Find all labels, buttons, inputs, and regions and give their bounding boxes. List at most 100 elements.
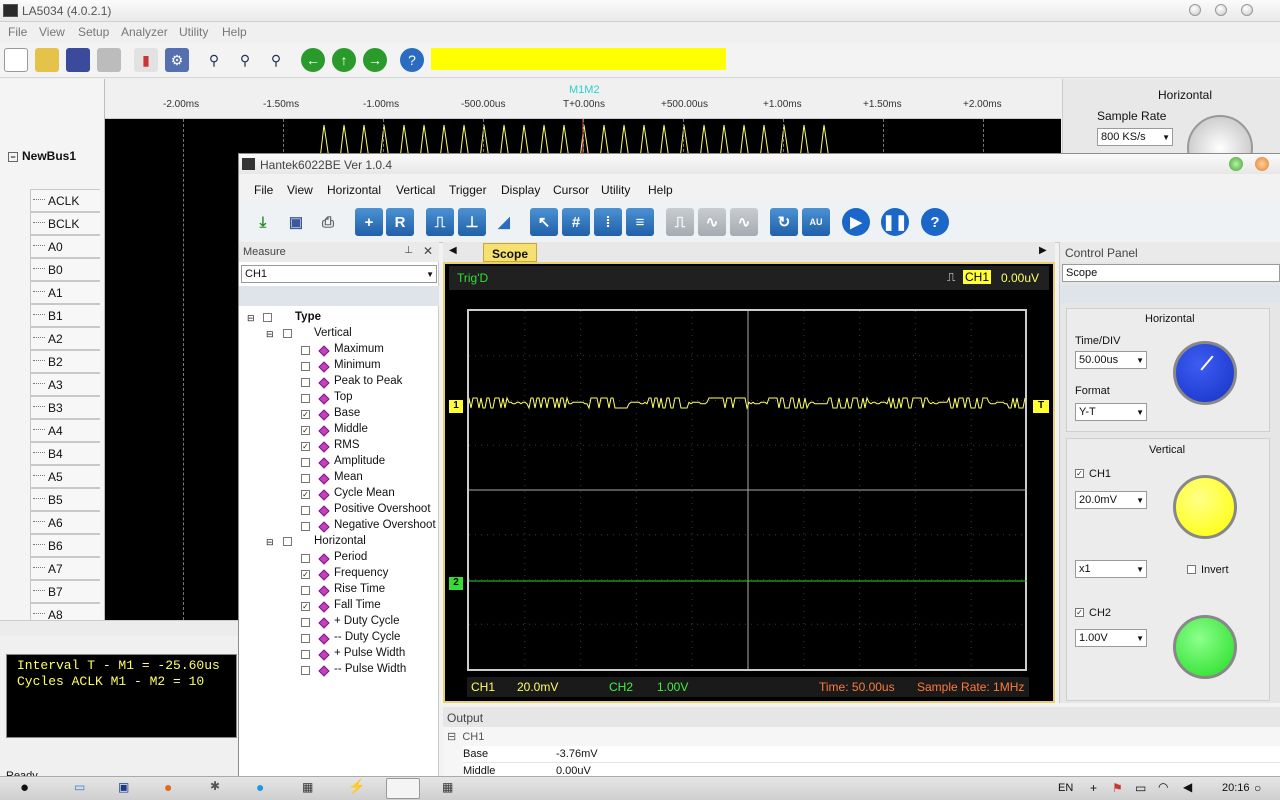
measure-item-label[interactable]: + Pulse Width <box>334 647 405 659</box>
rising-edge-icon[interactable]: ⎍ <box>426 208 454 236</box>
measure-item-label[interactable]: Positive Overshoot <box>334 503 431 515</box>
sample-rate-select[interactable]: 800 KS/s ▼ <box>1097 128 1173 146</box>
measure-item-label[interactable]: + Duty Cycle <box>334 615 400 627</box>
signal-row[interactable]: B3 <box>30 396 100 419</box>
signal-row[interactable]: B4 <box>30 442 100 465</box>
tools-icon[interactable]: ✱ <box>210 779 220 793</box>
tree-root[interactable]: Type <box>295 311 321 323</box>
measure-item-label[interactable]: Period <box>334 551 367 563</box>
measure-checkbox[interactable] <box>301 362 310 371</box>
signal-row[interactable]: B1 <box>30 304 100 327</box>
measure-item-label[interactable]: Top <box>334 391 353 403</box>
signal-row[interactable]: B6 <box>30 534 100 557</box>
hk-menu-trigger[interactable]: Trigger <box>449 183 487 197</box>
signal-row[interactable]: A6 <box>30 511 100 534</box>
measure-checkbox[interactable] <box>301 458 310 467</box>
measure-item-label[interactable]: Mean <box>334 471 363 483</box>
measure-checkbox[interactable] <box>301 554 310 563</box>
horizontal-cursor-icon[interactable]: ≡ <box>626 208 654 236</box>
measure-item-label[interactable]: Minimum <box>334 359 381 371</box>
ch1-volts-knob[interactable] <box>1173 475 1237 539</box>
ch2-level-marker[interactable]: 2 <box>449 577 463 590</box>
tab-scroll-right-icon[interactable]: ▶ <box>1039 245 1047 256</box>
tree-horizontal[interactable]: Horizontal <box>314 535 366 547</box>
collapse-icon[interactable]: ⊟ <box>447 731 456 743</box>
measure-checkbox[interactable]: ✓ <box>301 570 310 579</box>
menu-analyzer[interactable]: Analyzer <box>121 25 168 39</box>
measure-checkbox[interactable]: ✓ <box>301 490 310 499</box>
help-icon[interactable]: ? <box>921 208 949 236</box>
hk-menu-display[interactable]: Display <box>501 183 540 197</box>
tree-root-checkbox[interactable] <box>263 313 272 322</box>
measure-item-label[interactable]: Fall Time <box>334 599 381 611</box>
measure-item-label[interactable]: Cycle Mean <box>334 487 395 499</box>
hk-menu-help[interactable]: Help <box>648 183 673 197</box>
zoom-out-icon[interactable]: ⚲ <box>233 48 257 72</box>
measure-checkbox[interactable] <box>301 506 310 515</box>
vertical-group-checkbox[interactable] <box>283 329 292 338</box>
plus-icon[interactable]: + <box>1090 781 1097 795</box>
refresh-icon[interactable]: ↻ <box>770 208 798 236</box>
minimize-button[interactable] <box>1189 4 1201 16</box>
signal-row[interactable]: A0 <box>30 235 100 258</box>
measure-checkbox[interactable] <box>301 650 310 659</box>
measure-checkbox[interactable] <box>301 522 310 531</box>
cursor-markers[interactable]: M1M2 <box>569 84 600 96</box>
signal-row[interactable]: BCLK <box>30 212 100 235</box>
hantek-close-button[interactable] <box>1255 157 1269 171</box>
ch1-probe-select[interactable]: x1 ▼ <box>1075 560 1147 578</box>
hk-menu-horizontal[interactable]: Horizontal <box>327 183 381 197</box>
ch1-level-marker[interactable]: 1 <box>449 400 463 413</box>
skype-icon[interactable]: ● <box>256 779 264 795</box>
measure-checkbox[interactable]: ✓ <box>301 410 310 419</box>
trigger-level-marker[interactable]: T <box>1033 400 1049 413</box>
output-group[interactable]: ⊟ CH1 <box>447 730 484 743</box>
vertical-cursor-icon[interactable]: ⁞ <box>594 208 622 236</box>
ch1-volts-select[interactable]: 20.0mV ▼ <box>1075 491 1147 509</box>
settings-gear-icon[interactable]: ⚙ <box>165 48 189 72</box>
timediv-knob[interactable] <box>1173 341 1237 405</box>
measure-item-label[interactable]: RMS <box>334 439 360 451</box>
print-icon[interactable]: ⎙ <box>314 208 342 236</box>
signal-row[interactable]: A5 <box>30 465 100 488</box>
measure-checkbox[interactable] <box>301 394 310 403</box>
signal-row[interactable]: A4 <box>30 419 100 442</box>
signal-row[interactable]: B7 <box>30 580 100 603</box>
measure-item-label[interactable]: Middle <box>334 423 368 435</box>
hk-menu-view[interactable]: View <box>287 183 313 197</box>
hk-menu-cursor[interactable]: Cursor <box>553 183 589 197</box>
measure-item-label[interactable]: Maximum <box>334 343 384 355</box>
ch2-volts-select[interactable]: 1.00V ▼ <box>1075 629 1147 647</box>
triangle-wave-icon[interactable]: ∿ <box>698 208 726 236</box>
menu-utility[interactable]: Utility <box>179 25 208 39</box>
print-icon[interactable] <box>97 48 121 72</box>
scope-grid[interactable] <box>467 309 1027 671</box>
close-button[interactable] <box>1241 4 1253 16</box>
signal-row[interactable]: ACLK <box>30 189 100 212</box>
ch1-enable-checkbox[interactable]: ✓ <box>1075 469 1084 478</box>
measure-item-label[interactable]: Negative Overshoot <box>334 519 436 531</box>
arrow-left-icon[interactable]: ← <box>301 48 325 72</box>
square-wave-icon[interactable]: ⎍ <box>666 208 694 236</box>
signal-row[interactable]: A2 <box>30 327 100 350</box>
sine-wave-icon[interactable]: ∿ <box>730 208 758 236</box>
measure-checkbox[interactable]: ✓ <box>301 426 310 435</box>
measure-item-label[interactable]: Frequency <box>334 567 388 579</box>
signal-row[interactable]: B2 <box>30 350 100 373</box>
expand-icon[interactable]: ⊟ <box>266 329 274 340</box>
hantek-taskbar-icon[interactable]: ▦ <box>442 780 453 794</box>
tab-scroll-left-icon[interactable]: ◀ <box>449 245 457 256</box>
save-icon[interactable]: ▣ <box>282 208 310 236</box>
notification-icon[interactable]: ○ <box>1254 781 1261 795</box>
pulse-icon[interactable]: ⊥ <box>458 208 486 236</box>
grid-icon[interactable]: # <box>562 208 590 236</box>
pin-icon[interactable]: ⊥ <box>404 245 413 256</box>
open-folder-icon[interactable] <box>35 48 59 72</box>
reference-icon[interactable]: R <box>386 208 414 236</box>
tree-vertical[interactable]: Vertical <box>314 327 352 339</box>
tab-scope[interactable]: Scope <box>483 243 537 262</box>
cursor-icon[interactable]: ↖ <box>530 208 558 236</box>
measure-item-label[interactable]: -- Pulse Width <box>334 663 406 675</box>
measure-checkbox[interactable] <box>301 346 310 355</box>
help-icon[interactable]: ? <box>400 48 424 72</box>
